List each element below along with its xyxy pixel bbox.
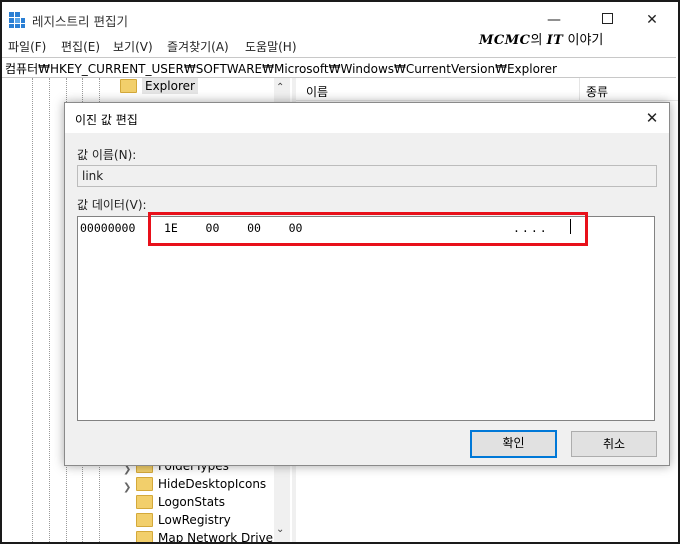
tree-item-explorer[interactable]: Explorer: [120, 78, 198, 97]
value-name-label: 값 이름(N):: [77, 148, 137, 162]
menu-edit[interactable]: 편집(E): [61, 38, 100, 55]
folder-icon: [136, 476, 153, 491]
list-header: 이름 종류: [296, 78, 678, 101]
column-divider[interactable]: [579, 78, 580, 100]
menu-bar: 파일(F) 편집(E) 보기(V) 즐겨찾기(A) 도움말(H): [2, 36, 678, 56]
folder-icon: [136, 531, 153, 542]
ok-button[interactable]: 확인: [470, 430, 557, 458]
dialog-close-button[interactable]: ✕: [637, 107, 667, 129]
value-data-label: 값 데이터(V):: [77, 198, 147, 212]
tree-guide-line: [49, 78, 50, 542]
menu-file[interactable]: 파일(F): [8, 38, 46, 55]
registry-editor-window: 레지스트리 편집기 — ✕ MCMC의 IT 이야기 파일(F) 편집(E) 보…: [0, 0, 680, 544]
value-name-field: link: [77, 165, 657, 187]
close-button[interactable]: ✕: [632, 8, 672, 32]
tree-item-hidedesktopicons[interactable]: HideDesktopIcons: [136, 476, 267, 495]
tree-item-label: HideDesktopIcons: [158, 477, 267, 491]
folder-icon: [120, 78, 137, 93]
column-header-name[interactable]: 이름: [306, 83, 328, 100]
hex-editor[interactable]: 00000000 1E 00 00 00 ....: [77, 216, 655, 421]
scroll-down-icon[interactable]: ⌄: [276, 524, 284, 535]
tree-item-map-network-drive[interactable]: Map Network Drive M: [136, 531, 273, 544]
tree-item-lowregistry[interactable]: LowRegistry: [136, 512, 231, 531]
window-title: 레지스트리 편집기: [32, 14, 128, 29]
menu-view[interactable]: 보기(V): [113, 38, 153, 55]
tree-item-label: Map Network Drive M: [158, 531, 273, 544]
address-bar[interactable]: 컴퓨터₩HKEY_CURRENT_USER₩SOFTWARE₩Microsoft…: [2, 57, 676, 78]
maximize-icon: [601, 13, 613, 24]
tree-item-label: Explorer: [142, 78, 198, 94]
folder-icon: [136, 512, 153, 527]
expand-chevron-icon[interactable]: ❯: [123, 482, 131, 493]
dialog-title: 이진 값 편집: [75, 113, 138, 127]
tree-item-label: LowRegistry: [158, 513, 231, 527]
cancel-button[interactable]: 취소: [571, 431, 657, 457]
folder-icon: [136, 494, 153, 509]
menu-favorites[interactable]: 즐겨찾기(A): [167, 38, 229, 55]
dialog-title-bar: 이진 값 편집 ✕: [65, 103, 669, 133]
menu-help[interactable]: 도움말(H): [245, 38, 297, 55]
tree-item-logonstats[interactable]: LogonStats: [136, 494, 226, 513]
edit-binary-value-dialog: 이진 값 편집 ✕ 값 이름(N): link 값 데이터(V): 000000…: [64, 102, 670, 466]
scroll-up-icon[interactable]: ⌃: [276, 82, 284, 93]
hex-offset: 00000000: [80, 221, 136, 235]
column-header-type[interactable]: 종류: [586, 83, 608, 100]
tree-guide-line: [32, 78, 33, 542]
registry-editor-icon: [9, 12, 25, 28]
value-name-text: link: [82, 169, 104, 183]
highlight-annotation: [148, 212, 588, 246]
tree-item-label: LogonStats: [158, 495, 226, 509]
address-path: 컴퓨터₩HKEY_CURRENT_USER₩SOFTWARE₩Microsoft…: [5, 62, 557, 76]
